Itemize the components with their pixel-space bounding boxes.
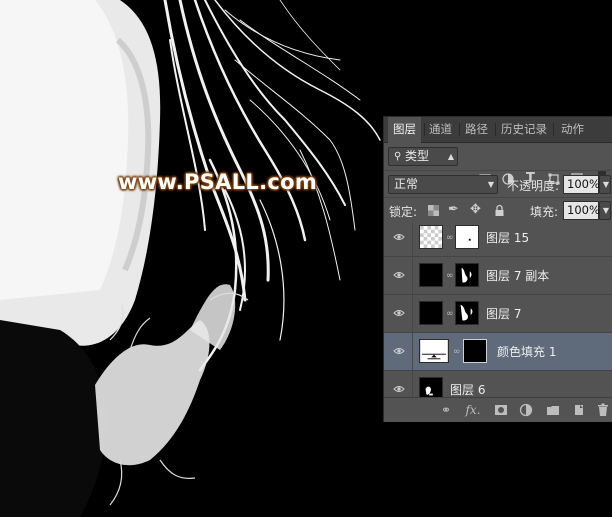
- layer-name[interactable]: 图层 15: [486, 223, 529, 257]
- layer-mask-thumbnail[interactable]: [455, 263, 479, 287]
- add-mask-icon[interactable]: [494, 403, 508, 417]
- chevron-up-down-icon: ▲: [447, 152, 454, 161]
- layer-thumbnail: [419, 301, 443, 325]
- lock-all-icon[interactable]: [494, 204, 505, 217]
- lock-transparent-icon[interactable]: [428, 205, 439, 216]
- filter-type-dropdown[interactable]: ⚲ 类型 ▲: [388, 147, 458, 166]
- chevron-up-down-icon: ▼: [487, 180, 494, 189]
- adjustment-icon[interactable]: [519, 403, 533, 417]
- layer-thumbnail: [419, 263, 443, 287]
- opacity-label: 不透明度:: [507, 179, 560, 193]
- opacity-input[interactable]: 100%: [563, 175, 600, 194]
- layer-mask-thumbnail[interactable]: [455, 225, 479, 249]
- fill-slider-button[interactable]: ▼: [599, 201, 611, 220]
- tab-actions[interactable]: 动作: [556, 117, 589, 142]
- watermark-text: www.PSALL.com: [118, 170, 318, 194]
- lock-label: 锁定:: [389, 205, 418, 219]
- layer-list: ∞ 图层 15 ∞ 图层 7 副本 ∞ 图层 7 ∞ 颜色填充 1 图层 6: [384, 223, 612, 397]
- new-group-icon[interactable]: [546, 403, 560, 417]
- fill-layer-thumbnail: [419, 339, 449, 363]
- layer-thumbnail: [419, 377, 443, 397]
- eye-icon[interactable]: [393, 231, 405, 243]
- layer-name[interactable]: 颜色填充 1: [497, 333, 556, 371]
- filter-row: ⚲ 类型 ▲ T: [384, 143, 612, 186]
- chain-link-icon[interactable]: ∞: [446, 308, 454, 320]
- tab-layers[interactable]: 图层: [388, 117, 421, 143]
- layer-row-15[interactable]: ∞ 图层 15: [384, 223, 612, 257]
- layer-row-7-copy[interactable]: ∞ 图层 7 副本: [384, 257, 612, 295]
- layer-row-color-fill-1[interactable]: ∞ 颜色填充 1: [384, 333, 612, 371]
- layer-mask-thumbnail[interactable]: [455, 301, 479, 325]
- chain-link-icon[interactable]: ∞: [453, 346, 461, 358]
- search-icon: ⚲: [394, 151, 402, 162]
- layer-name[interactable]: 图层 7 副本: [486, 257, 549, 295]
- layer-row-6[interactable]: 图层 6: [384, 371, 612, 397]
- fill-input[interactable]: 100%: [563, 201, 600, 220]
- panel-tab-bar: 图层 通道 路径 历史记录 动作: [384, 117, 612, 143]
- layer-thumbnail: [419, 225, 443, 249]
- eye-icon[interactable]: [393, 269, 405, 281]
- trash-icon[interactable]: [596, 403, 610, 417]
- eye-icon[interactable]: [393, 307, 405, 319]
- layer-name[interactable]: 图层 6: [450, 371, 485, 397]
- chain-link-icon[interactable]: ∞: [446, 270, 454, 282]
- layer-mask-thumbnail[interactable]: [463, 339, 487, 363]
- blend-row: 正常 ▼ 不透明度: 100% ▼: [384, 170, 612, 198]
- lock-paint-icon[interactable]: ✒: [448, 203, 459, 217]
- fx-icon[interactable]: fx.: [464, 403, 482, 417]
- blend-mode-value: 正常: [394, 177, 419, 191]
- eye-icon[interactable]: [393, 383, 405, 395]
- filter-type-label: 类型: [405, 149, 430, 163]
- layers-panel: 图层 通道 路径 历史记录 动作 ⚲ 类型 ▲ T 正常 ▼ 不透明度: 100…: [383, 116, 612, 422]
- layers-bottom-toolbar: ⚭ fx.: [384, 397, 612, 422]
- opacity-slider-button[interactable]: ▼: [599, 175, 611, 194]
- lock-move-icon[interactable]: ✥: [470, 203, 481, 217]
- blend-mode-dropdown[interactable]: 正常 ▼: [388, 175, 498, 194]
- tab-paths[interactable]: 路径: [460, 117, 493, 142]
- lock-row: 锁定: ✒ ✥ 填充: 100% ▼: [384, 197, 612, 225]
- link-layers-icon[interactable]: ⚭: [439, 403, 453, 417]
- new-layer-icon[interactable]: [572, 403, 586, 417]
- tab-channels[interactable]: 通道: [424, 117, 457, 142]
- eye-icon[interactable]: [393, 345, 405, 357]
- fill-label: 填充:: [530, 205, 559, 219]
- tab-history[interactable]: 历史记录: [496, 117, 552, 142]
- layer-row-7[interactable]: ∞ 图层 7: [384, 295, 612, 333]
- chain-link-icon[interactable]: ∞: [446, 232, 454, 244]
- layer-name[interactable]: 图层 7: [486, 295, 521, 333]
